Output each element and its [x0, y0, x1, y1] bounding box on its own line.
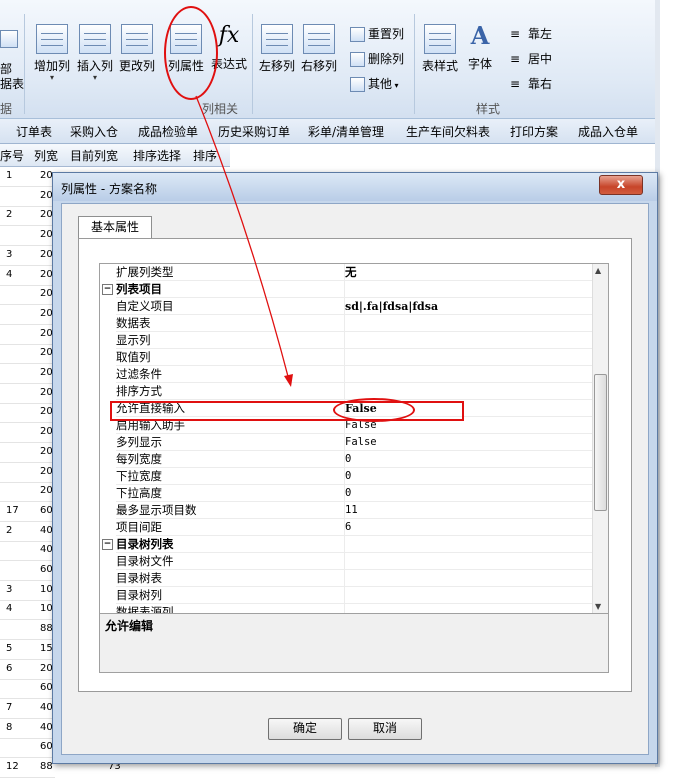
arrow-line: [195, 95, 291, 385]
arrow-head: [284, 374, 293, 387]
annotation-arrow: [195, 95, 293, 387]
